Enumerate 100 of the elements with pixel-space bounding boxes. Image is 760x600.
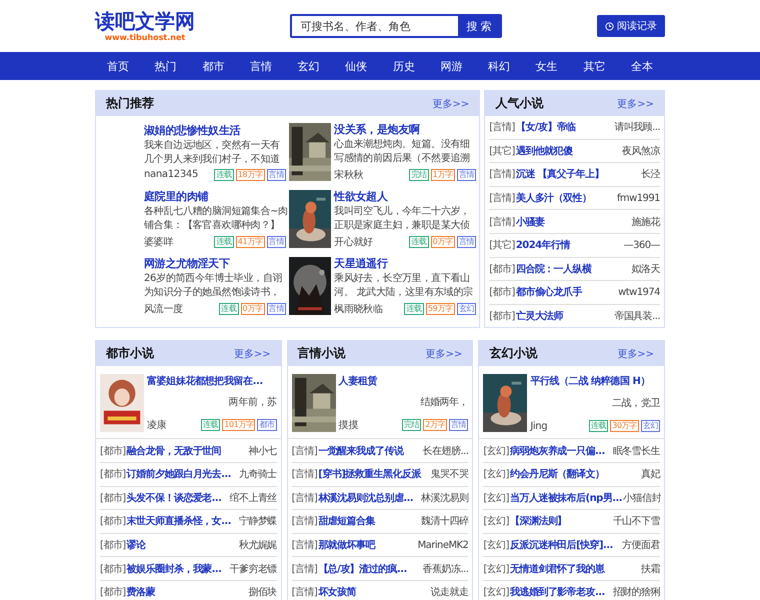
status-tag: 连载 xyxy=(409,236,429,248)
nav-link[interactable]: 网游 xyxy=(428,58,474,74)
author-name: 长在翅膀... xyxy=(422,444,468,458)
category-label: [都市] xyxy=(100,538,126,552)
author-name: 夜风煞凉 xyxy=(622,144,660,158)
book-title-link[interactable]: 【总/攻】渣过的疯... xyxy=(318,562,422,576)
category-label: [都市] xyxy=(100,562,126,576)
book-title-link[interactable]: 沉迷 【真父子年上】 xyxy=(516,167,640,182)
nav-link[interactable]: 女生 xyxy=(524,58,570,74)
book-description: 河。 龙武大陆，这里有东域的宗 xyxy=(334,286,474,300)
author-name: 林溪沈易则 xyxy=(421,492,468,505)
nav-link[interactable]: 科幻 xyxy=(476,58,522,74)
book-title-link[interactable]: 淑娟的悲惨性奴生活 xyxy=(144,122,286,138)
category-label: [玄幻] xyxy=(483,586,509,600)
category-tag: 言情 xyxy=(266,236,286,248)
more-link[interactable]: 更多>> xyxy=(617,96,654,110)
more-link[interactable]: 更多>> xyxy=(234,346,271,361)
word-count-tag: 41万字 xyxy=(236,236,265,248)
status-tag: 连载 xyxy=(589,420,608,432)
author-name: 姒洛天 xyxy=(632,262,660,276)
category-label: [都市] xyxy=(489,286,515,300)
more-link[interactable]: 更多>> xyxy=(432,96,470,110)
clock-icon xyxy=(605,22,614,30)
search-field[interactable]: 可搜书名、作者、角色 搜 索 xyxy=(290,14,502,38)
author-name: 鬼哭不哭 xyxy=(430,468,468,482)
book-title-link[interactable]: 【女/攻】帝临 xyxy=(516,120,614,134)
book-title-link[interactable]: 那就做坏事吧 xyxy=(318,538,417,552)
nav-link[interactable]: 首页 xyxy=(95,58,141,74)
more-link[interactable]: 更多>> xyxy=(617,346,654,361)
book-description: 心血来潮想炖肉。短篇。没有细 xyxy=(334,138,471,152)
category-tag: 言情 xyxy=(449,419,468,432)
book-title-link[interactable]: 头发不保！谈恋爱老... xyxy=(126,490,228,505)
nav-link[interactable]: 都市 xyxy=(190,58,236,74)
book-title-link[interactable]: 谬论 xyxy=(126,538,238,552)
panel-title: 玄幻小说 xyxy=(489,345,538,362)
category-tag: 玄幻 xyxy=(640,420,660,432)
book-title-link[interactable]: 亡灵大法师 xyxy=(516,309,614,324)
book-title-link[interactable]: 林溪沈易则沈总别虐... xyxy=(318,490,420,505)
book-title-link[interactable]: 坏女孩简 xyxy=(318,585,430,600)
book-title-link[interactable]: 末世天师直播杀怪，女... xyxy=(126,514,238,528)
book-title-link[interactable]: 约会丹尼斯（翻译文） xyxy=(510,467,640,482)
nav-link[interactable]: 仙侠 xyxy=(333,58,380,74)
category-label: [其它] xyxy=(489,144,515,158)
book-title-link[interactable]: 反派沉迷种田后[快穿]... xyxy=(510,538,622,552)
category-label: [玄幻] xyxy=(483,444,509,458)
nav-link[interactable]: 言情 xyxy=(238,58,284,74)
book-title-link[interactable]: 被娱乐圈封杀，我蒙... xyxy=(126,562,228,576)
book-title-link[interactable]: 美人多汁（双性） xyxy=(516,191,616,206)
author-name: —360— xyxy=(624,240,660,251)
book-title-link[interactable]: 我逃婚到了影帝老攻... xyxy=(510,585,612,600)
book-title-link[interactable]: 都市偷心龙爪手 xyxy=(516,285,618,300)
book-title-link[interactable]: 2024年行情 xyxy=(516,238,623,252)
book-title-link[interactable]: 病弱炮灰养成一只偏... xyxy=(510,444,612,458)
book-title-link[interactable]: 庭院里的肉铺 xyxy=(144,188,286,204)
more-link[interactable]: 更多>> xyxy=(426,346,462,361)
book-title-link[interactable]: 四合院：一人纵横 xyxy=(516,262,631,276)
book-title-link[interactable]: 平行线（二战 纳粹德国 H） xyxy=(530,374,660,388)
category-label: [都市] xyxy=(489,310,515,324)
book-title-link[interactable]: 性欲女超人 xyxy=(334,188,476,204)
book-title-link[interactable]: 人妻租赁 xyxy=(338,374,468,388)
nav-link[interactable]: 热门 xyxy=(142,58,189,74)
author-name: 宁静梦蝶 xyxy=(238,514,277,528)
book-title-link[interactable]: 一觉醒来我成了传说 xyxy=(318,444,422,458)
category-label: [都市] xyxy=(489,262,515,276)
book-description: 两年前，苏 xyxy=(228,396,277,410)
nav-link[interactable]: 玄幻 xyxy=(286,58,332,74)
category-label: [言情] xyxy=(292,492,318,505)
book-description: 我叫司空飞儿，今年二十六岁， xyxy=(334,204,471,218)
book-title-link[interactable]: [穿书]拯救重生黑化反派 xyxy=(318,467,430,482)
category-tag: 言情 xyxy=(266,302,286,314)
book-title-link[interactable]: 小骚妻 xyxy=(516,214,631,229)
author-name: 施施花 xyxy=(632,216,660,229)
book-title-link[interactable]: 费洛蒙 xyxy=(126,585,248,600)
book-title-link[interactable]: 当万人迷被抹布后(np男... xyxy=(510,490,622,505)
category-label: [玄幻] xyxy=(483,562,509,576)
category-label: [都市] xyxy=(100,514,126,528)
book-title-link[interactable]: 天星逍遥行 xyxy=(334,256,476,272)
status-tag: 连载 xyxy=(200,419,220,432)
book-title-link[interactable]: 网游之尤物淫天下 xyxy=(144,256,286,272)
author-name: MarineMK2 xyxy=(418,540,468,551)
book-title-link[interactable]: 甜虐短篇合集 xyxy=(318,514,420,528)
book-description: 为知识分子的她虽然饱读诗书， xyxy=(144,286,281,300)
book-title-link[interactable]: 无情道剑君怀了我的崽 xyxy=(510,562,640,576)
nav-link[interactable]: 历史 xyxy=(380,58,427,74)
nav-link[interactable]: 全本 xyxy=(618,58,665,74)
book-title-link[interactable]: 没关系，是炮友啊 xyxy=(334,122,476,138)
nav-link[interactable]: 其它 xyxy=(571,58,618,74)
status-tag: 连载 xyxy=(404,302,424,314)
history-button[interactable]: 阅读记录 xyxy=(597,15,665,37)
search-button[interactable]: 搜 索 xyxy=(458,16,500,36)
book-title-link[interactable]: 融合龙骨，无敌于世间 xyxy=(126,444,248,458)
book-description: 几个男人来到我们村子，不知道 xyxy=(144,152,281,166)
book-title-link[interactable]: 【深渊法则】 xyxy=(510,514,612,528)
word-count-tag: 0万字 xyxy=(430,236,455,248)
site-logo[interactable]: 读吧文学网 xyxy=(95,9,195,33)
category-label: [玄幻] xyxy=(483,468,509,482)
book-title-link[interactable]: 遇到他就犯傻 xyxy=(516,144,622,158)
book-title-link[interactable]: 订婚前夕她跟白月光去... xyxy=(126,467,238,482)
author-name: 婆婆咩 xyxy=(144,236,174,248)
book-title-link[interactable]: 富婆姐妹花都想把我留在... xyxy=(147,374,277,388)
